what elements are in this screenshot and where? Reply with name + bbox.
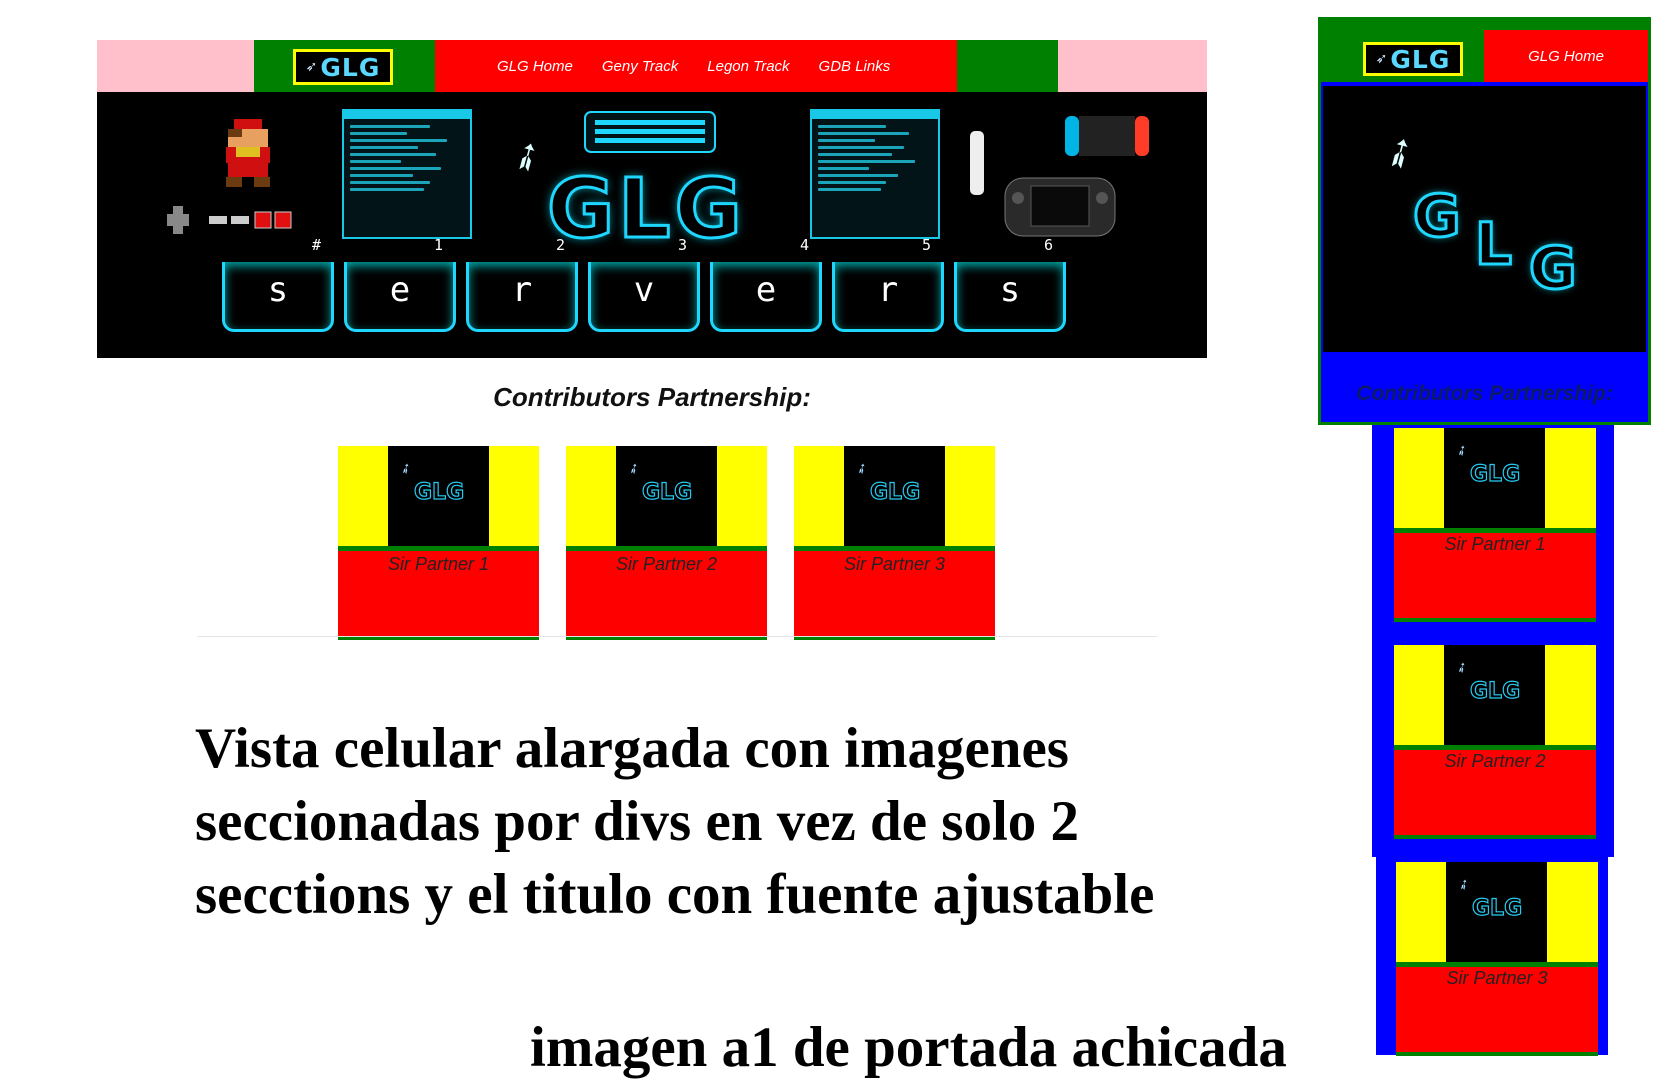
mobile-hero-image: ➶ G L G — [1323, 86, 1646, 352]
partner-name: Sir Partner 2 — [615, 554, 718, 574]
partner-name: Sir Partner 3 — [843, 554, 946, 574]
keyboard-icon — [584, 111, 716, 153]
key: 3v — [588, 238, 700, 332]
butterfly-icon: ➶ — [1375, 51, 1389, 67]
wii-remote-icon — [970, 131, 984, 195]
partner-logo-image: ➶ GLG — [794, 446, 995, 546]
key: 5r — [832, 238, 944, 332]
mobile-partner-card-1[interactable]: ➶ GLG Sir Partner 1 — [1394, 428, 1596, 622]
mobile-logo-text: GLG — [1390, 44, 1451, 74]
hero-letter: G — [1412, 181, 1463, 252]
partner-card-1[interactable]: ➶ GLG Sir Partner 1 — [338, 446, 539, 640]
mobile-partner-card-2[interactable]: ➶ GLG Sir Partner 2 — [1394, 645, 1596, 839]
nav-link-geny-track[interactable]: Geny Track — [602, 58, 678, 75]
partner-logo-image: ➶ GLG — [566, 446, 767, 546]
terminal-window-right — [810, 109, 940, 239]
hero-letter: G — [1528, 233, 1579, 304]
butterfly-icon: ➶ — [1454, 874, 1473, 894]
key: # s — [222, 238, 334, 332]
partner-logo-image: ➶ GLG — [338, 446, 539, 546]
section-divider — [197, 636, 1157, 637]
servers-keys: # s 1e 2r 3v 4e 5r 6s — [222, 238, 1066, 332]
nav-link-legon-track[interactable]: Legon Track — [707, 58, 789, 75]
desktop-logo[interactable]: ➶ GLG — [293, 49, 393, 85]
navbar-green-block-right — [957, 40, 1058, 92]
terminal-window-left — [342, 109, 472, 239]
key: 2r — [466, 238, 578, 332]
switch-console-icon — [1065, 116, 1149, 156]
desktop-contributors-title: Contributors Partnership: — [493, 382, 811, 412]
mobile-header: ➶ GLG GLG Home — [1321, 20, 1648, 82]
key: 4e — [710, 238, 822, 332]
butterfly-icon: ➶ — [1452, 657, 1471, 677]
partner-name: Sir Partner 1 — [1444, 534, 1546, 554]
butterfly-icon: ➶ — [396, 458, 415, 478]
key: 6s — [954, 238, 1066, 332]
hero-letter: L — [1474, 209, 1514, 280]
mobile-nav-home[interactable]: GLG Home — [1484, 30, 1648, 82]
partner-logo-image: ➶ GLG — [1394, 428, 1596, 528]
partner-logo-image: ➶ GLG — [1394, 645, 1596, 745]
desktop-banner-image: ➶ GLG # s 1e 2r 3v 4e 5r 6s — [97, 92, 1207, 358]
butterfly-icon: ➶ — [1452, 440, 1471, 460]
mobile-partner-card-3[interactable]: ➶ GLG Sir Partner 3 — [1396, 862, 1598, 1056]
mobile-logo[interactable]: ➶ GLG — [1363, 42, 1463, 76]
pixel-mario-icon — [226, 119, 270, 187]
annotation-secondary: imagen a1 de portada achicada — [530, 1016, 1287, 1079]
butterfly-icon: ➶ — [305, 59, 319, 75]
desktop-navbar: ➶ GLG GLG Home Geny Track Legon Track GD… — [97, 40, 1207, 92]
butterfly-icon: ➶ — [1374, 125, 1426, 181]
banner-glg-title: GLG — [546, 161, 746, 259]
partner-logo-image: ➶ GLG — [1396, 862, 1598, 962]
desktop-logo-text: GLG — [320, 52, 381, 82]
key: 1e — [344, 238, 456, 332]
butterfly-icon: ➶ — [852, 458, 871, 478]
butterfly-icon: ➶ — [624, 458, 643, 478]
partner-name: Sir Partner 3 — [1446, 968, 1548, 988]
partner-card-3[interactable]: ➶ GLG Sir Partner 3 — [794, 446, 995, 640]
annotation-main: Vista celular alargada con imagenes secc… — [195, 717, 1155, 926]
mobile-contributors-title: Contributors Partnership: — [1356, 382, 1613, 405]
controller-icon — [167, 206, 292, 234]
desktop-nav-links: GLG Home Geny Track Legon Track GDB Link… — [435, 40, 957, 92]
gamepad-icon — [1004, 177, 1116, 237]
mobile-frame: ➶ GLG GLG Home ➶ G L G Contributors Part… — [1318, 17, 1651, 425]
butterfly-icon: ➶ — [502, 130, 552, 184]
nav-link-gdb-links[interactable]: GDB Links — [819, 58, 891, 75]
partner-name: Sir Partner 2 — [1444, 751, 1546, 771]
partner-name: Sir Partner 1 — [387, 554, 490, 574]
nav-link-glg-home[interactable]: GLG Home — [497, 58, 573, 75]
partner-card-2[interactable]: ➶ GLG Sir Partner 2 — [566, 446, 767, 640]
